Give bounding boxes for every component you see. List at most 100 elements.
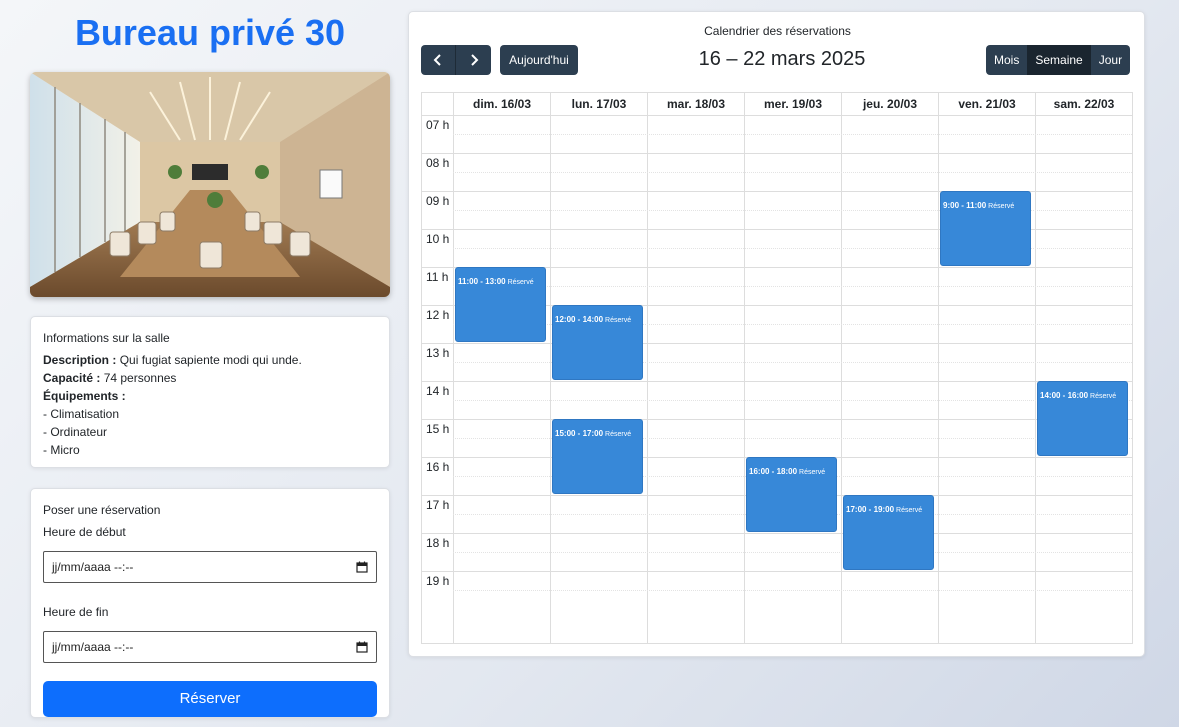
hour-line <box>422 343 1132 344</box>
day-header: mar. 18/03 <box>647 93 744 115</box>
hour-label: 12 h <box>426 308 450 322</box>
equipment-label: Équipements : <box>43 389 126 403</box>
day-header: dim. 16/03 <box>453 93 550 115</box>
hour-line <box>422 533 1132 534</box>
calendar-caption: Calendrier des réservations <box>704 24 851 38</box>
hour-label: 07 h <box>426 118 450 132</box>
today-button[interactable]: Aujourd'hui <box>500 45 578 75</box>
day-column-line <box>647 93 648 643</box>
reservation-heading: Poser une réservation <box>43 503 161 517</box>
reservation-event[interactable]: 14:00 - 16:00 Réservé <box>1037 381 1128 456</box>
event-title: Réservé <box>507 279 534 286</box>
event-time: 15:00 - 17:00 <box>555 429 604 438</box>
description-value: Qui fugiat sapiente modi qui unde. <box>119 353 302 367</box>
reservation-card: Poser une réservation Heure de début jj/… <box>30 488 390 718</box>
room-info-card: Informations sur la salle Description : … <box>30 316 390 468</box>
hour-line <box>422 115 1132 116</box>
event-time: 16:00 - 18:00 <box>749 467 798 476</box>
half-hour-line <box>453 590 1132 591</box>
reserve-button[interactable]: Réserver <box>43 681 377 717</box>
event-title: Réservé <box>896 507 923 514</box>
hour-label: 11 h <box>426 270 449 284</box>
view-switcher: Mois Semaine Jour <box>986 45 1131 75</box>
event-time: 9:00 - 11:00 <box>943 201 987 210</box>
half-hour-line <box>453 400 1132 401</box>
chevron-right-icon <box>470 54 478 66</box>
hour-label: 10 h <box>426 232 450 246</box>
week-grid: dim. 16/03 lun. 17/03 mar. 18/03 mer. 19/03… <box>421 92 1133 644</box>
day-column-line <box>744 93 745 643</box>
hour-label: 08 h <box>426 156 450 170</box>
next-week-button[interactable] <box>456 45 491 75</box>
event-title: Réservé <box>605 431 632 438</box>
hour-label: 18 h <box>426 536 450 550</box>
hour-label: 16 h <box>426 460 450 474</box>
day-column-line <box>938 93 939 643</box>
hour-line <box>422 153 1132 154</box>
event-title: Réservé <box>605 317 632 324</box>
day-column-line <box>453 93 454 643</box>
start-time-input[interactable]: jj/mm/aaaa --:-- <box>43 551 377 583</box>
calendar-icon[interactable] <box>356 561 368 573</box>
room-photo <box>30 72 390 297</box>
event-time: 14:00 - 16:00 <box>1040 391 1089 400</box>
day-column-line <box>1035 93 1036 643</box>
description-label: Description : <box>43 353 117 367</box>
hour-label: 17 h <box>426 498 450 512</box>
chevron-left-icon <box>433 54 441 66</box>
view-month-button[interactable]: Mois <box>986 45 1028 75</box>
reservation-event[interactable]: 9:00 - 11:00 Réservé <box>940 191 1031 266</box>
reservation-event[interactable]: 16:00 - 18:00 Réservé <box>746 457 837 532</box>
view-day-button[interactable]: Jour <box>1090 45 1131 75</box>
hour-label: 14 h <box>426 384 450 398</box>
equipment-row: Équipements : <box>43 387 377 405</box>
reservation-event[interactable]: 15:00 - 17:00 Réservé <box>552 419 643 494</box>
view-week-button[interactable]: Semaine <box>1027 45 1091 75</box>
equipment-item: - Climatisation <box>43 407 120 421</box>
day-header: ven. 21/03 <box>938 93 1035 115</box>
description-row: Description : Qui fugiat sapiente modi q… <box>43 351 377 369</box>
hour-line <box>422 419 1132 420</box>
day-header: lun. 17/03 <box>550 93 647 115</box>
hour-line <box>422 571 1132 572</box>
day-column-line <box>841 93 842 643</box>
hour-label: 09 h <box>426 194 450 208</box>
room-info-heading: Informations sur la salle <box>43 331 170 345</box>
half-hour-line <box>453 172 1132 173</box>
capacity-value: 74 personnes <box>103 371 177 385</box>
hour-line <box>422 381 1132 382</box>
half-hour-line <box>453 286 1132 287</box>
start-time-value: jj/mm/aaaa --:-- <box>52 560 134 574</box>
reservation-event[interactable]: 12:00 - 14:00 Réservé <box>552 305 643 380</box>
calendar-icon[interactable] <box>356 641 368 653</box>
day-header: jeu. 20/03 <box>841 93 938 115</box>
day-column-line <box>550 93 551 643</box>
week-range-title: 16 – 22 mars 2025 <box>698 48 866 70</box>
equipment-item: - Ordinateur <box>43 425 108 439</box>
hour-label: 15 h <box>426 422 450 436</box>
end-time-label: Heure de fin <box>43 605 109 619</box>
day-header: mer. 19/03 <box>744 93 841 115</box>
calendar-card: Calendrier des réservations Aujourd'hui … <box>408 11 1145 657</box>
room-title: Bureau privé 30 <box>74 12 346 53</box>
hour-label: 19 h <box>426 574 450 588</box>
reservation-event[interactable]: 11:00 - 13:00 Réservé <box>455 267 546 342</box>
start-time-label: Heure de début <box>43 525 126 539</box>
capacity-label: Capacité : <box>43 371 101 385</box>
event-title: Réservé <box>1090 393 1117 400</box>
half-hour-line <box>453 552 1132 553</box>
day-header: sam. 22/03 <box>1035 93 1132 115</box>
event-title: Réservé <box>988 203 1015 210</box>
event-time: 11:00 - 13:00 <box>458 277 506 286</box>
calendar-nav <box>421 45 491 75</box>
end-time-value: jj/mm/aaaa --:-- <box>52 640 134 654</box>
end-time-input[interactable]: jj/mm/aaaa --:-- <box>43 631 377 663</box>
half-hour-line <box>453 134 1132 135</box>
equipment-item: - Micro <box>43 443 80 457</box>
prev-week-button[interactable] <box>421 45 456 75</box>
hour-label: 13 h <box>426 346 450 360</box>
capacity-row: Capacité : 74 personnes <box>43 369 377 387</box>
event-title: Réservé <box>799 469 826 476</box>
reservation-event[interactable]: 17:00 - 19:00 Réservé <box>843 495 934 570</box>
event-time: 12:00 - 14:00 <box>555 315 604 324</box>
